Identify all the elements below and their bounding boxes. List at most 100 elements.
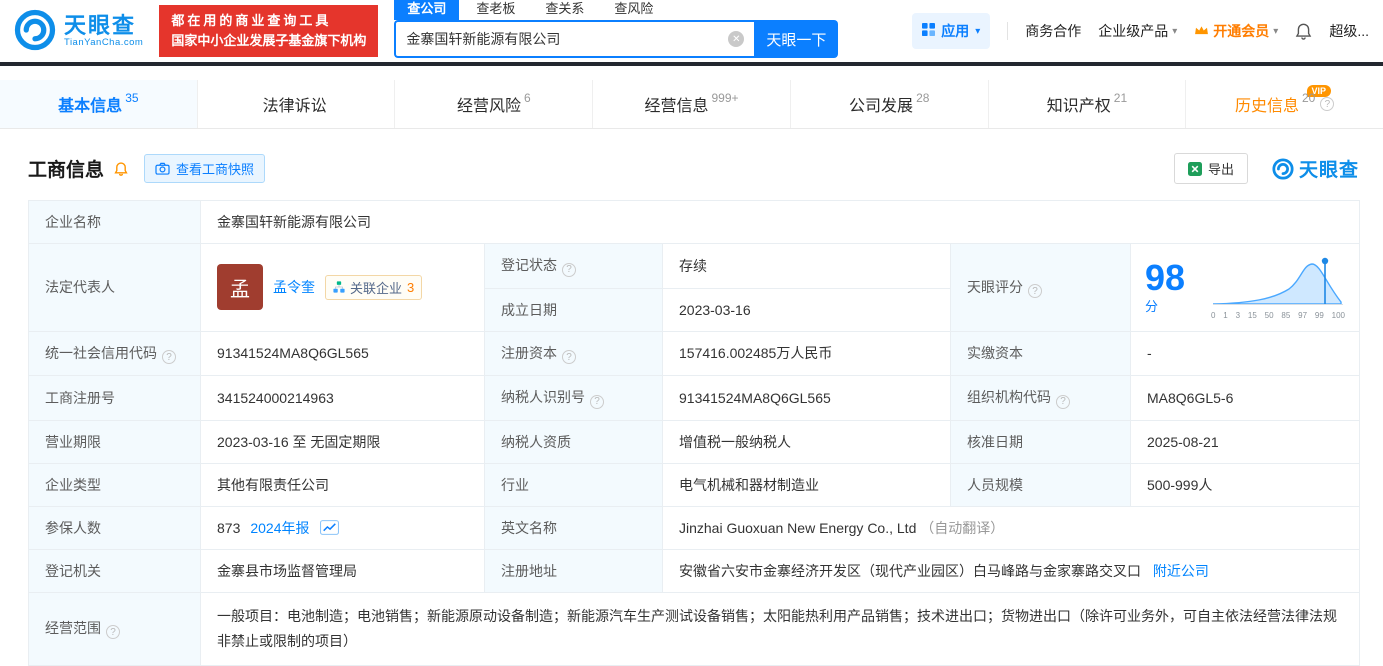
- business-term-label: 营业期限: [28, 419, 201, 464]
- nav-enterprise-label: 企业级产品: [1098, 23, 1169, 39]
- org-code-value: MA8Q6GL5-6: [1130, 375, 1360, 421]
- header-divider-bar: [0, 62, 1383, 66]
- reg-authority-label: 登记机关: [28, 548, 201, 593]
- notification-bell-icon[interactable]: [1295, 23, 1312, 40]
- tab-legal-litigation[interactable]: 法律诉讼: [198, 80, 396, 128]
- page-title: 工商信息: [28, 160, 105, 181]
- tab-count: 999+: [711, 91, 739, 105]
- tab-label: 经营信息: [644, 98, 709, 115]
- table-row: 经营范围? 一般项目：电池制造；电池销售；新能源原动设备制造；新能源汽车生产测试…: [28, 591, 1360, 666]
- tab-history-info[interactable]: VIP 历史信息 20 ?: [1186, 80, 1383, 128]
- nav-super-vip[interactable]: 超级...: [1329, 21, 1369, 41]
- help-icon[interactable]: ?: [1056, 394, 1070, 409]
- tab-label: 知识产权: [1046, 98, 1111, 115]
- apps-menu[interactable]: 应用 ▾: [912, 13, 991, 49]
- export-button[interactable]: 导出: [1173, 153, 1248, 184]
- tab-operating-info[interactable]: 经营信息 999+: [593, 80, 791, 128]
- table-row: 法定代表人 孟 孟令奎 关联企业 3 登记状态? 存续 天眼评分? 98分 0 …: [28, 243, 1360, 332]
- help-icon[interactable]: ?: [1028, 284, 1042, 298]
- snapshot-button[interactable]: 查看工商快照: [144, 154, 266, 183]
- business-term-value: 2023-03-16 至 无固定期限: [200, 419, 485, 464]
- business-info-table: 企业名称 金寨国轩新能源有限公司 法定代表人 孟 孟令奎 关联企业 3 登记状态…: [28, 200, 1360, 666]
- score-chart: 0 1 3 15 50 85 97 99 100: [1211, 255, 1345, 320]
- reg-status-label: 登记状态?: [484, 243, 663, 289]
- search-tab-boss[interactable]: 查老板: [463, 0, 528, 20]
- tab-count: 35: [125, 91, 139, 105]
- score-label: 天眼评分?: [950, 243, 1131, 332]
- company-name-label: 企业名称: [28, 200, 201, 244]
- clear-icon[interactable]: ✕: [728, 31, 745, 47]
- tab-company-development[interactable]: 公司发展 28: [791, 80, 989, 128]
- help-icon[interactable]: ?: [162, 350, 176, 364]
- established-label: 成立日期: [484, 287, 663, 332]
- section-tabbar: 基本信息 35 法律诉讼 经营风险 6 经营信息 999+ 公司发展 28 知识…: [0, 80, 1383, 129]
- industry-value: 电气机械和器材制造业: [662, 462, 951, 507]
- slogan-line2: 国家中小企业发展子基金旗下机构: [171, 33, 367, 48]
- related-badge-count: 3: [407, 279, 415, 295]
- top-header: 天眼查 TianYanCha.com 都在用的商业查询工具 国家中小企业发展子基…: [0, 0, 1383, 62]
- header-divider: [1007, 22, 1009, 40]
- address-cell: 安徽省六安市金寨经济开发区（现代产业园区）白马峰路与金家寨路交叉口 附近公司: [662, 548, 1360, 593]
- approval-date-value: 2025-08-21: [1130, 419, 1360, 464]
- table-row: 统一社会信用代码? 91341524MA8Q6GL565 注册资本? 15741…: [28, 330, 1360, 376]
- reg-status-value: 存续: [662, 243, 951, 289]
- search-tab-relation[interactable]: 查关系: [532, 0, 597, 20]
- annual-report-link[interactable]: 2024年报: [250, 518, 309, 538]
- taxpayer-quality-label: 纳税人资质: [484, 419, 663, 464]
- table-row: 参保人数 873 2024年报 英文名称 Jinzhai Guoxuan New…: [28, 505, 1360, 550]
- legal-rep-name-link[interactable]: 孟令奎: [273, 277, 315, 297]
- search-tab-risk[interactable]: 查风险: [601, 0, 666, 20]
- legal-rep-cell: 孟 孟令奎 关联企业 3: [200, 243, 485, 332]
- search-input[interactable]: [406, 31, 729, 47]
- tianyancha-swirl-icon: [14, 9, 56, 54]
- score-unit: 分: [1145, 298, 1159, 314]
- reg-authority-value: 金寨县市场监督管理局: [200, 548, 485, 593]
- nav-vip[interactable]: 开通会员 ▾: [1194, 21, 1278, 41]
- search-tab-company[interactable]: 查公司: [394, 0, 460, 20]
- help-icon[interactable]: ?: [562, 350, 576, 364]
- tab-intellectual-property[interactable]: 知识产权 21: [989, 80, 1187, 128]
- reg-capital-value: 157416.002485万人民币: [662, 330, 951, 376]
- tab-label: 公司发展: [849, 98, 914, 115]
- help-icon[interactable]: ?: [1320, 97, 1335, 111]
- company-type-value: 其他有限责任公司: [200, 462, 485, 507]
- english-name-cell: Jinzhai Guoxuan New Energy Co., Ltd （自动翻…: [662, 505, 1360, 550]
- nearby-companies-link[interactable]: 附近公司: [1153, 563, 1209, 579]
- help-icon[interactable]: ?: [562, 262, 576, 277]
- search-row: ✕ 天眼一下: [394, 20, 839, 58]
- tab-count: 20: [1302, 91, 1316, 105]
- subscribe-bell-icon[interactable]: [114, 161, 128, 176]
- help-icon[interactable]: ?: [590, 394, 604, 409]
- staff-size-label: 人员规模: [950, 462, 1131, 507]
- tab-label: 法律诉讼: [262, 98, 327, 115]
- business-info-toolbar: 工商信息 查看工商快照 导出 天眼查: [28, 153, 1359, 184]
- help-icon[interactable]: ?: [106, 625, 120, 640]
- logo-title: 天眼查: [64, 12, 137, 38]
- related-companies-badge[interactable]: 关联企业 3: [325, 274, 423, 300]
- reg-capital-label: 注册资本?: [484, 330, 663, 376]
- search-button[interactable]: 天眼一下: [754, 20, 839, 58]
- tab-label: 基本信息: [58, 98, 123, 115]
- approval-date-label: 核准日期: [950, 419, 1131, 464]
- legal-rep-label: 法定代表人: [28, 243, 201, 332]
- brand-watermark: 天眼查: [1272, 155, 1359, 182]
- tab-operating-risk[interactable]: 经营风险 6: [395, 80, 594, 128]
- english-name-label: 英文名称: [484, 505, 663, 550]
- taxpayer-id-label: 纳税人识别号?: [484, 375, 663, 421]
- chevron-down-icon: ▾: [1273, 25, 1279, 37]
- camera-icon: [155, 162, 170, 175]
- business-scope-value: 一般项目：电池制造；电池销售；新能源原动设备制造；新能源汽车生产测试设备销售；太…: [200, 591, 1360, 666]
- table-row: 企业名称 金寨国轩新能源有限公司: [28, 200, 1360, 244]
- export-label: 导出: [1207, 162, 1234, 177]
- search-tabs: 查公司 查老板 查关系 查风险: [394, 0, 838, 20]
- nav-enterprise[interactable]: 企业级产品 ▾: [1098, 21, 1177, 41]
- taxpayer-quality-value: 增值税一般纳税人: [662, 419, 951, 464]
- site-logo[interactable]: 天眼查 TianYanCha.com: [14, 9, 143, 54]
- nav-cooperation[interactable]: 商务合作: [1025, 21, 1081, 41]
- address-label: 注册地址: [484, 548, 663, 593]
- tab-basic-info[interactable]: 基本信息 35: [0, 80, 198, 128]
- table-row: 企业类型 其他有限责任公司 行业 电气机械和器材制造业 人员规模 500-999…: [28, 462, 1360, 507]
- company-name-value: 金寨国轩新能源有限公司: [200, 200, 1360, 244]
- trend-chart-icon[interactable]: [319, 520, 339, 535]
- avatar[interactable]: 孟: [217, 264, 263, 311]
